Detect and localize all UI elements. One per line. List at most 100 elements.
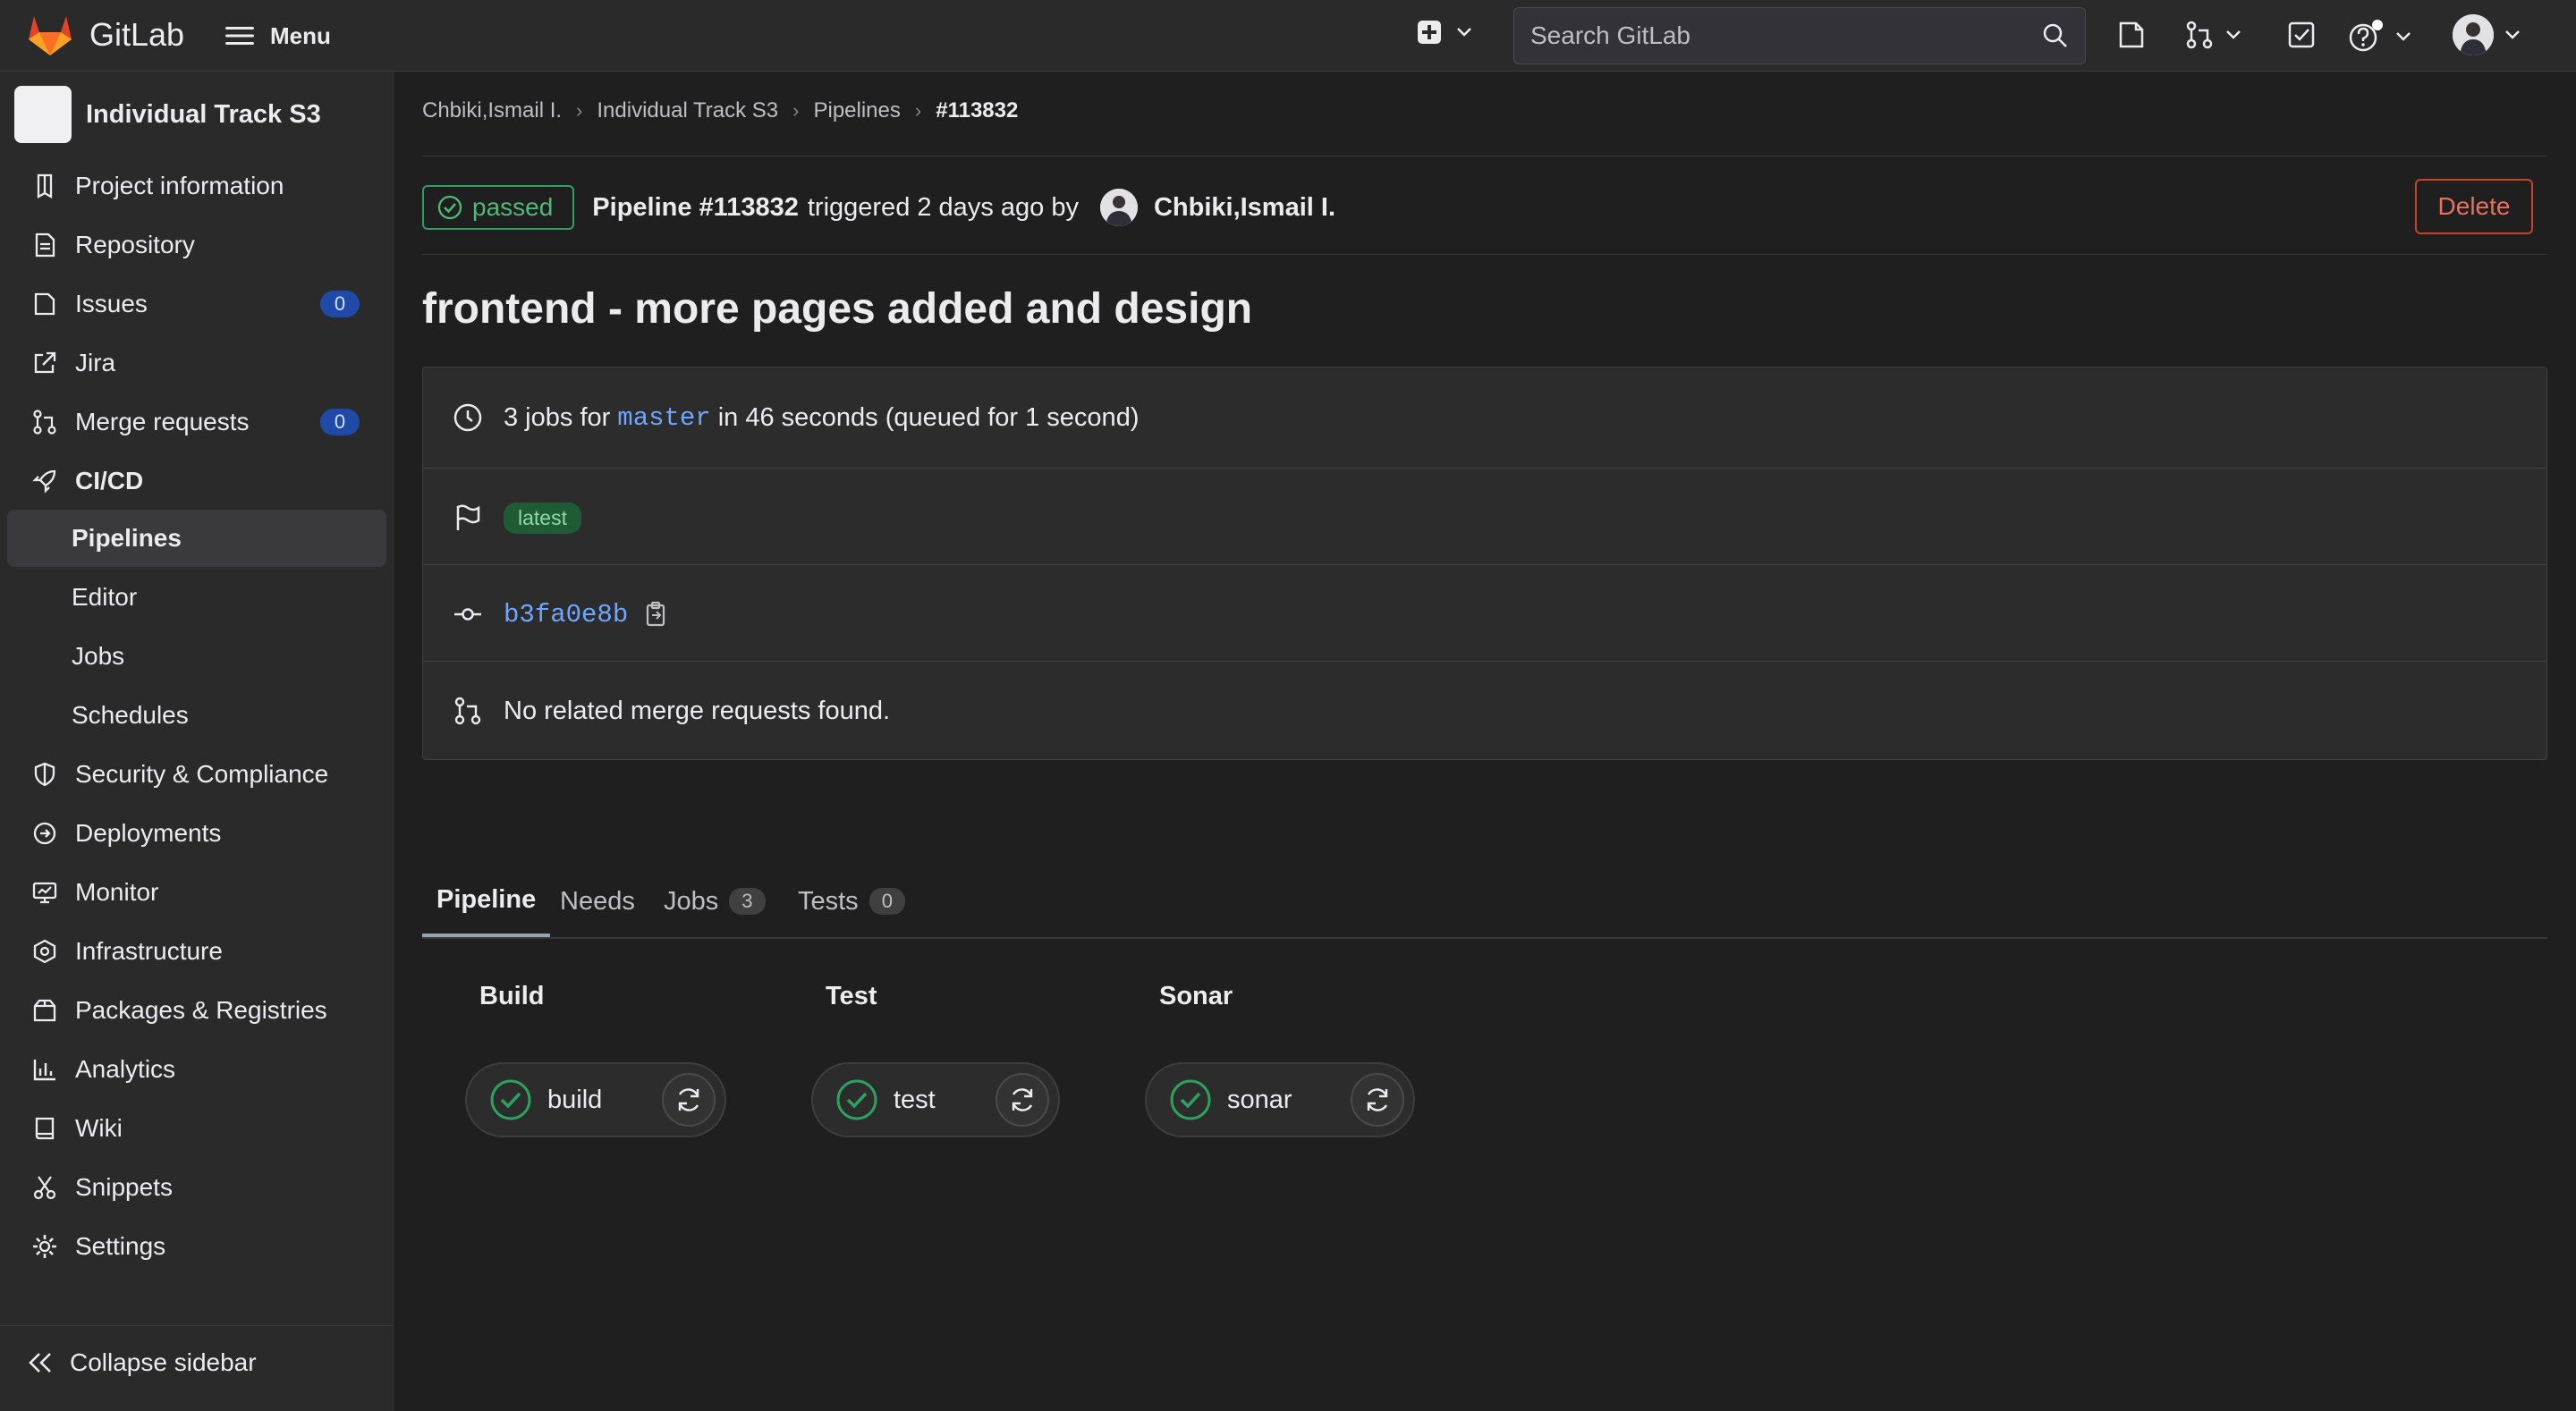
menu-label: Menu (270, 21, 331, 49)
sidebar-item-label: Issues (75, 290, 148, 317)
pipeline-user-link[interactable]: Chbiki,Ismail I. (1154, 193, 1335, 223)
pipeline-info-box: 3 jobs for master in 46 seconds (queued … (422, 367, 2547, 760)
sidebar-item-label: Settings (75, 1232, 166, 1260)
avatar[interactable] (1099, 189, 1138, 226)
sidebar-item-merge-requests[interactable]: Merge requests 0 (7, 393, 386, 451)
user-avatar-icon (2453, 14, 2494, 55)
breadcrumb-item[interactable]: Pipelines (813, 98, 900, 123)
delete-button[interactable]: Delete (2415, 179, 2533, 234)
breadcrumb-current[interactable]: #113832 (936, 98, 1018, 123)
chevron-right-icon: › (792, 99, 800, 122)
divider (423, 468, 2546, 469)
tab-tests[interactable]: Tests 0 (798, 866, 905, 937)
sidebar-item-schedules[interactable]: Schedules (7, 687, 386, 744)
chevron-down-icon (2396, 32, 2411, 41)
sidebar-item-analytics[interactable]: Analytics (7, 1041, 386, 1098)
help-dropdown[interactable] (2349, 20, 2411, 54)
stage-title-test: Test (826, 982, 877, 1010)
flag-icon (450, 500, 486, 536)
sidebar-item-deployments[interactable]: Deployments (7, 805, 386, 862)
sidebar-item-label: Merge requests (75, 408, 250, 435)
sidebar-item-label: Monitor (75, 878, 159, 906)
book-icon (29, 1112, 61, 1145)
retry-button[interactable] (662, 1073, 716, 1127)
collapse-sidebar-button[interactable]: Collapse sidebar (27, 1348, 257, 1377)
job-sonar[interactable]: sonar (1145, 1062, 1415, 1137)
tab-pipeline[interactable]: Pipeline (422, 866, 551, 937)
sidebar-item-wiki[interactable]: Wiki (7, 1100, 386, 1157)
sidebar-item-label: Project information (75, 172, 284, 199)
sidebar-item-jobs[interactable]: Jobs (7, 628, 386, 685)
tab-label: Jobs (664, 886, 719, 916)
sidebar: Individual Track S3 Project information … (0, 72, 394, 1411)
sidebar-item-label: Analytics (75, 1055, 176, 1083)
gitlab-logo[interactable]: GitLab (27, 13, 184, 57)
doc-icon (29, 229, 61, 261)
todos-shortcut[interactable] (2286, 20, 2317, 50)
retry-button[interactable] (996, 1073, 1049, 1127)
chart-icon (29, 1053, 61, 1086)
sidebar-item-issues[interactable]: Issues 0 (7, 275, 386, 333)
sidebar-item-settings[interactable]: Settings (7, 1218, 386, 1275)
sidebar-item-repository[interactable]: Repository (7, 216, 386, 274)
merge-request-icon (450, 693, 486, 729)
tab-label: Tests (798, 886, 859, 916)
divider (422, 254, 2547, 255)
sidebar-item-project-information[interactable]: Project information (7, 157, 386, 215)
commit-sha-link[interactable]: b3fa0e8b (504, 600, 628, 629)
sidebar-item-label: Deployments (75, 819, 222, 847)
sidebar-item-security-compliance[interactable]: Security & Compliance (7, 746, 386, 803)
project-name: Individual Track S3 (86, 99, 321, 129)
double-chevron-left-icon (27, 1351, 54, 1374)
sidebar-item-label: Snippets (75, 1173, 173, 1201)
sidebar-item-label: Schedules (72, 701, 189, 729)
merge-requests-count-badge: 0 (320, 409, 360, 435)
issues-shortcut[interactable] (2116, 20, 2147, 50)
menu-button[interactable]: Menu (225, 18, 331, 54)
job-test[interactable]: test (811, 1062, 1060, 1137)
sidebar-item-label: Pipelines (72, 524, 182, 552)
sidebar-item-label: Wiki (75, 1114, 123, 1142)
monitor-icon (29, 876, 61, 908)
hamburger-icon (225, 27, 254, 45)
sidebar-item-packages-registries[interactable]: Packages & Registries (7, 982, 386, 1039)
copy-commit-sha-button[interactable] (644, 601, 669, 628)
sidebar-item-monitor[interactable]: Monitor (7, 864, 386, 921)
sidebar-item-snippets[interactable]: Snippets (7, 1159, 386, 1216)
sidebar-item-editor[interactable]: Editor (7, 569, 386, 626)
sidebar-item-pipelines[interactable]: Pipelines (7, 510, 386, 567)
jobs-suffix: in 46 seconds (queued for 1 second) (717, 402, 1140, 432)
issues-count-badge: 0 (320, 291, 360, 317)
tags-row: latest (423, 494, 2546, 541)
sidebar-item-label: Security & Compliance (75, 760, 329, 788)
merge-request-icon (2186, 21, 2213, 49)
gitlab-tanuki-icon (29, 16, 72, 55)
breadcrumb-item[interactable]: Chbiki,Ismail I. (422, 98, 562, 123)
job-name: test (894, 1085, 936, 1114)
tab-needs[interactable]: Needs (560, 866, 635, 937)
user-menu[interactable] (2453, 14, 2521, 55)
branch-link[interactable]: master (617, 403, 710, 433)
retry-button[interactable] (1351, 1073, 1404, 1127)
retry-icon (678, 1088, 699, 1111)
sidebar-item-cicd[interactable]: CI/CD (7, 452, 386, 510)
breadcrumb: Chbiki,Ismail I. › Individual Track S3 ›… (422, 98, 1018, 123)
project-header[interactable]: Individual Track S3 (14, 86, 321, 143)
sidebar-item-label: Jira (75, 349, 116, 376)
job-build[interactable]: build (465, 1062, 726, 1137)
status-badge[interactable]: passed (422, 185, 575, 230)
divider (423, 661, 2546, 662)
sidebar-item-infrastructure[interactable]: Infrastructure (7, 923, 386, 980)
merge-requests-shortcut[interactable] (2184, 20, 2241, 50)
pipeline-id: Pipeline #113832 (592, 193, 799, 223)
todo-check-icon (2288, 21, 2315, 48)
commit-icon (450, 596, 486, 632)
tab-jobs[interactable]: Jobs 3 (664, 866, 766, 937)
new-dropdown[interactable] (1417, 20, 1472, 45)
sidebar-item-label: Editor (72, 583, 138, 611)
search-box[interactable] (1513, 7, 2086, 64)
search-input[interactable] (1530, 21, 2042, 50)
sidebar-item-jira[interactable]: Jira (7, 334, 386, 392)
breadcrumb-item[interactable]: Individual Track S3 (597, 98, 778, 123)
chevron-down-icon (1457, 28, 1471, 37)
